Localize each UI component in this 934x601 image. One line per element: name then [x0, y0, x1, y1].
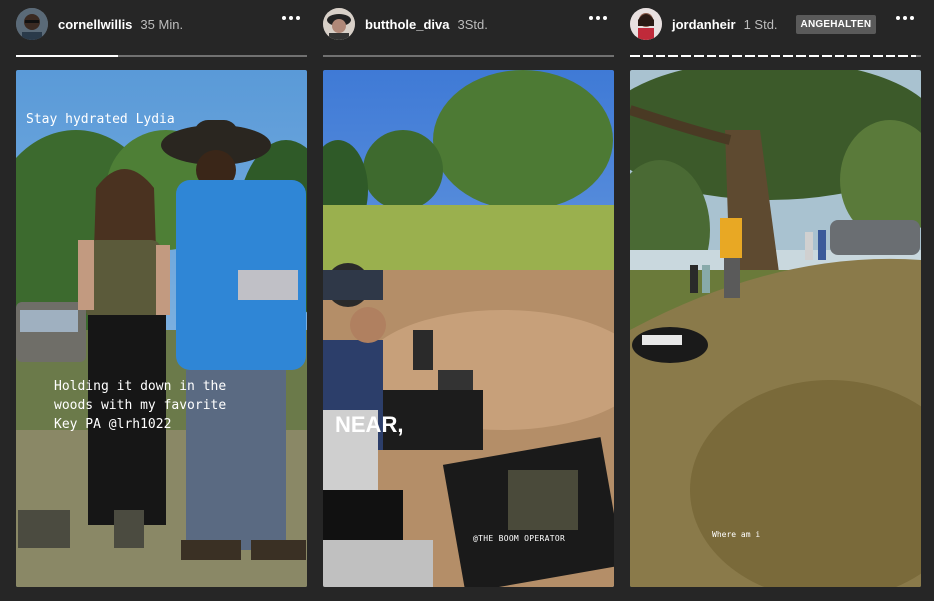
progress-segment — [821, 55, 832, 57]
progress-segment — [783, 55, 794, 57]
progress-segment — [808, 55, 819, 57]
story-progress — [323, 55, 614, 57]
overlay-caption: Where am i — [712, 530, 761, 539]
progress-fill — [630, 55, 640, 57]
progress-segment — [770, 55, 781, 57]
story-progress — [630, 55, 921, 57]
progress-fill — [719, 55, 730, 57]
more-options-icon[interactable] — [893, 6, 917, 30]
caption-line-3[interactable]: Key PA @lrh1022 — [54, 416, 171, 434]
progress-fill — [872, 55, 883, 57]
progress-segment — [745, 55, 755, 57]
progress-segment — [706, 55, 717, 57]
progress-segment — [796, 55, 806, 57]
story-card-cornellwillis[interactable]: cornellwillis 35 Min. Stay hydrated Lydi… — [16, 0, 307, 601]
progress-fill — [898, 55, 909, 57]
progress-segment — [681, 55, 691, 57]
timestamp: 35 Min. — [140, 16, 184, 32]
caption-line-1: Holding it down in the — [54, 379, 227, 394]
progress-segment — [872, 55, 883, 57]
progress-segment — [847, 55, 858, 57]
story-card-jordanheir[interactable]: jordanheir 1 Std. ANGEHALTEN Where am i — [630, 0, 921, 601]
story-header: jordanheir 1 Std. ANGEHALTEN — [630, 6, 921, 42]
progress-fill — [681, 55, 691, 57]
progress-segment — [655, 55, 666, 57]
progress-segment — [630, 55, 640, 57]
progress-segment — [323, 55, 614, 57]
timestamp: 3Std. — [457, 16, 488, 32]
username[interactable]: jordanheir — [672, 17, 736, 32]
overlay-big-text: NEAR, — [335, 412, 404, 437]
story-media[interactable]: Stay hydrated Lydia Holding it down in t… — [16, 70, 307, 587]
progress-fill — [808, 55, 819, 57]
progress-segment — [911, 55, 921, 57]
progress-segment — [834, 55, 845, 57]
story-media[interactable]: Where am i — [630, 70, 921, 587]
progress-fill — [911, 55, 917, 57]
caption-top: Stay hydrated Lydia — [26, 112, 175, 127]
avatar[interactable] — [16, 8, 48, 40]
progress-fill — [706, 55, 717, 57]
story-photo — [16, 70, 307, 587]
progress-fill — [860, 55, 870, 57]
story-header: butthole_diva 3Std. — [323, 6, 614, 42]
progress-fill — [668, 55, 679, 57]
progress-fill — [655, 55, 666, 57]
progress-fill — [732, 55, 743, 57]
caption-line-2: woods with my favorite — [54, 398, 227, 413]
progress-fill — [770, 55, 781, 57]
progress-fill — [783, 55, 794, 57]
more-options-icon[interactable] — [279, 6, 303, 30]
progress-segment — [642, 55, 653, 57]
progress-fill — [847, 55, 858, 57]
progress-fill — [642, 55, 653, 57]
story-photo — [323, 70, 614, 587]
more-options-icon[interactable] — [586, 6, 610, 30]
story-progress — [16, 55, 307, 57]
progress-fill — [745, 55, 755, 57]
story-photo — [630, 70, 921, 587]
timestamp: 1 Std. — [743, 16, 778, 32]
progress-segment — [719, 55, 730, 57]
progress-fill — [757, 55, 768, 57]
progress-fill — [693, 55, 704, 57]
username[interactable]: butthole_diva — [365, 17, 450, 32]
progress-fill — [821, 55, 832, 57]
progress-segment — [693, 55, 704, 57]
progress-segment — [898, 55, 909, 57]
progress-segment — [757, 55, 768, 57]
progress-fill — [16, 55, 118, 57]
overlay-credit[interactable]: @THE BOOM OPERATOR — [473, 534, 565, 543]
progress-fill — [796, 55, 806, 57]
avatar[interactable] — [323, 8, 355, 40]
progress-segment — [668, 55, 679, 57]
story-header: cornellwillis 35 Min. — [16, 6, 307, 42]
paused-badge: ANGEHALTEN — [795, 14, 877, 34]
username[interactable]: cornellwillis — [58, 17, 132, 32]
story-media[interactable]: NEAR, @THE BOOM OPERATOR — [323, 70, 614, 587]
progress-segment — [860, 55, 870, 57]
story-card-butthole-diva[interactable]: butthole_diva 3Std. NEAR, @THE BOOM OPER… — [323, 0, 614, 601]
avatar-icon — [16, 8, 48, 40]
progress-segment — [16, 55, 307, 57]
progress-segment — [885, 55, 896, 57]
avatar[interactable] — [630, 8, 662, 40]
progress-segment — [732, 55, 743, 57]
progress-fill — [834, 55, 845, 57]
avatar-icon — [630, 8, 662, 40]
progress-fill — [885, 55, 896, 57]
avatar-icon — [323, 8, 355, 40]
